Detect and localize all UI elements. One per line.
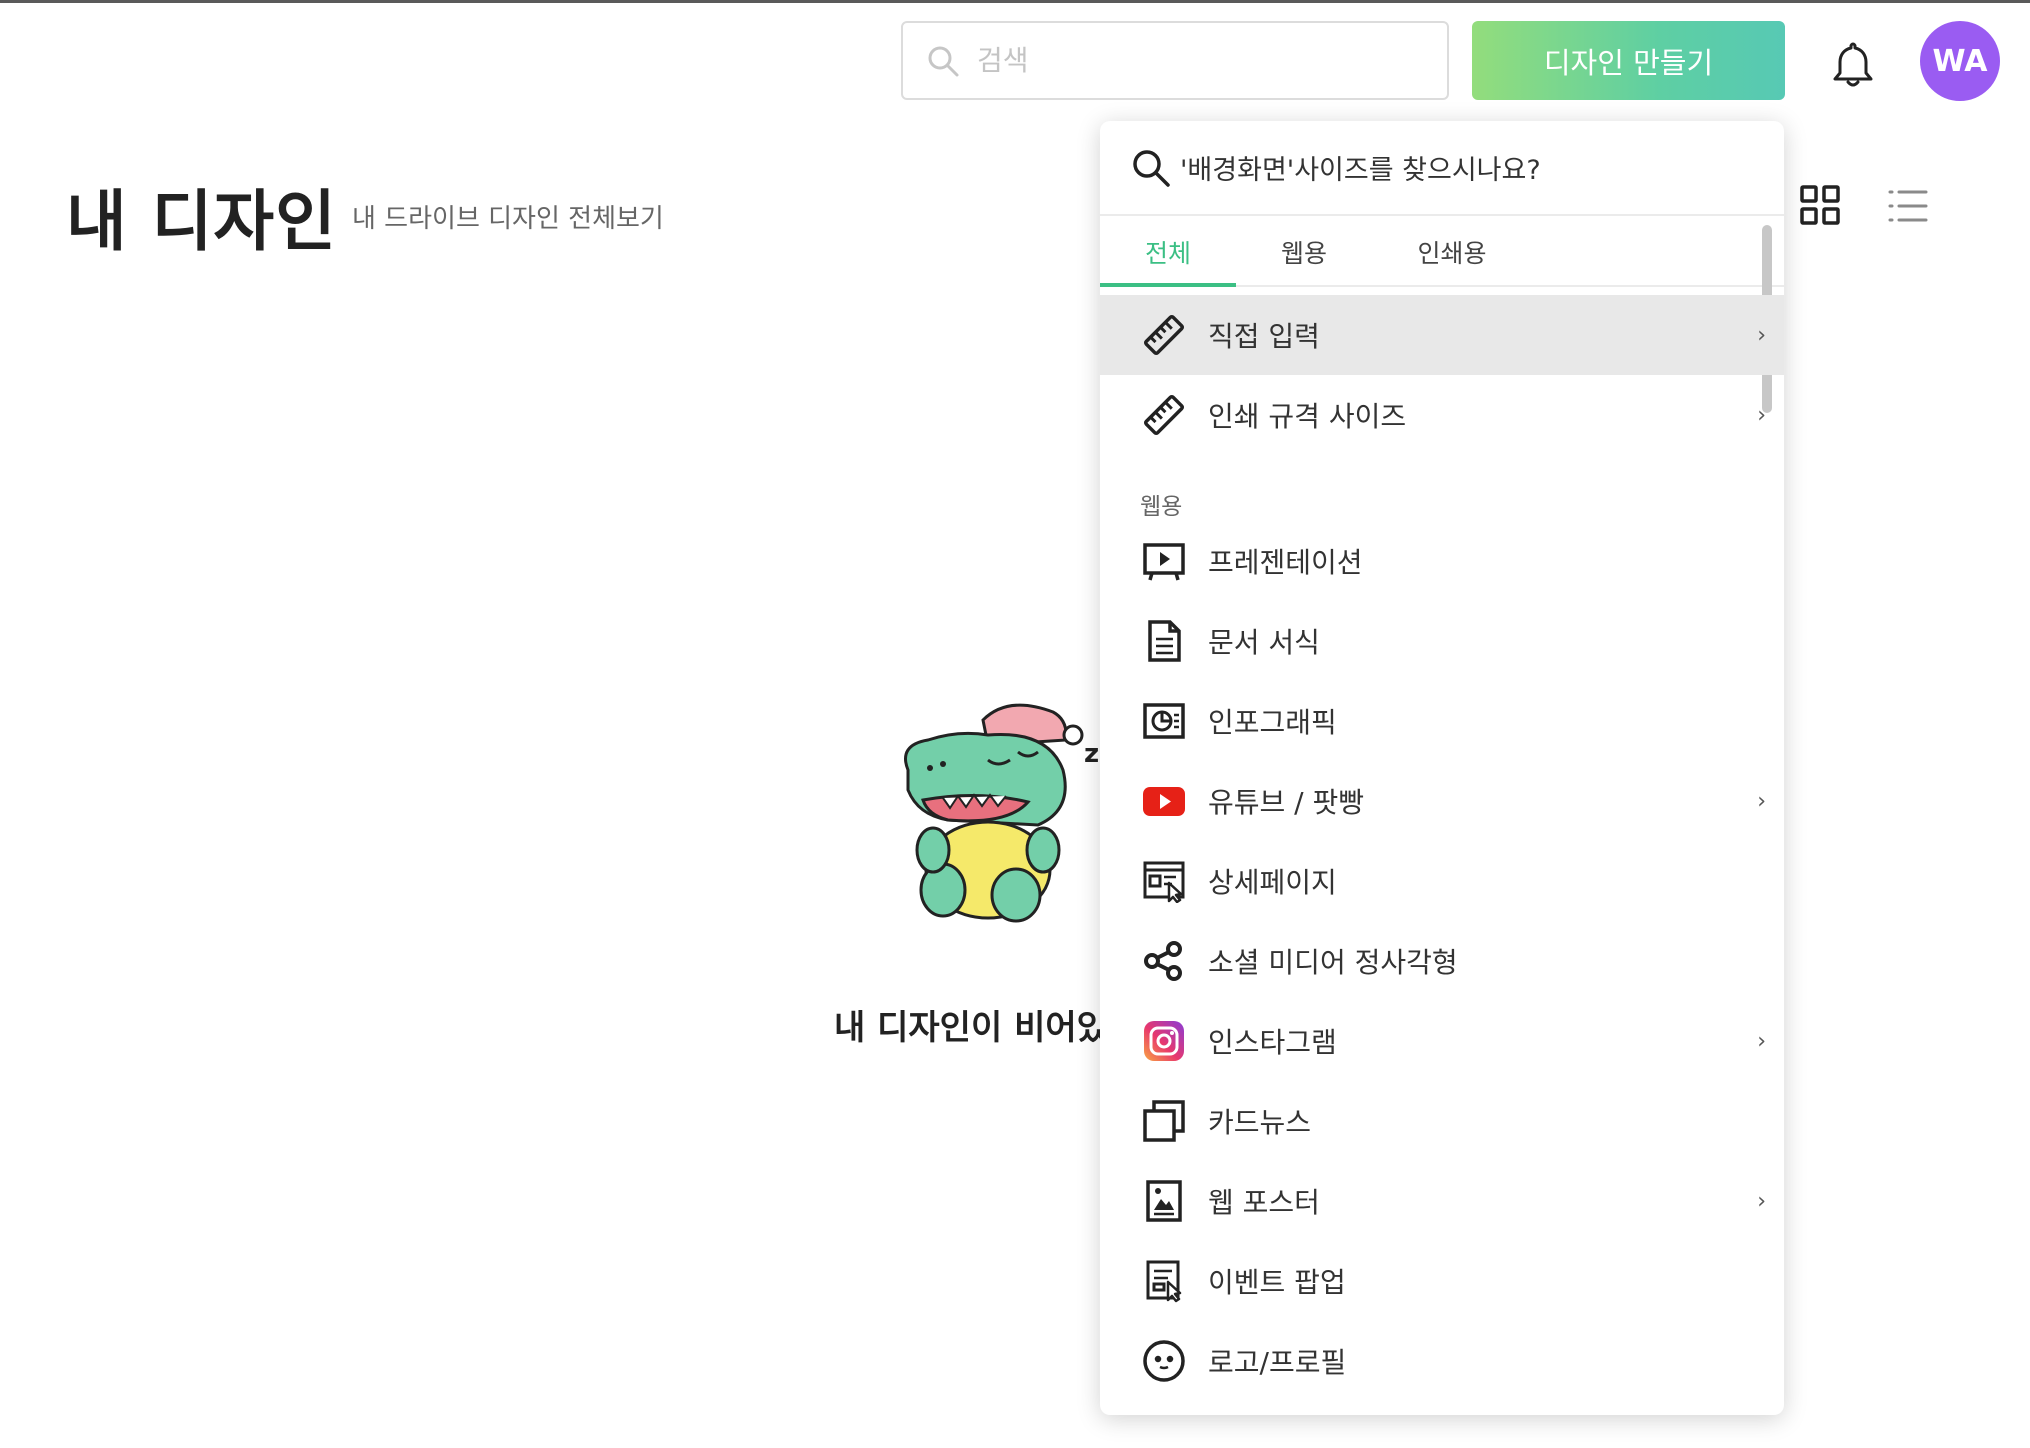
list-item-card-news[interactable]: 카드뉴스 [1100, 1081, 1784, 1161]
active-tab-indicator [1100, 283, 1236, 287]
page-title: 내 디자인 [66, 183, 337, 260]
list-item-label: 유튜브 / 팟빵 [1208, 786, 1365, 819]
search-bar[interactable] [901, 21, 1449, 100]
list-item-print-sizes[interactable]: 인쇄 규격 사이즈 › [1100, 375, 1784, 455]
list-item-youtube-podbbang[interactable]: 유튜브 / 팟빵 › [1100, 761, 1784, 841]
grid-view-icon[interactable] [1799, 184, 1841, 226]
drive-view-all-link[interactable]: 내 드라이브 디자인 전체보기 [352, 198, 664, 235]
list-item-infographic[interactable]: 인포그래픽 [1100, 681, 1784, 761]
tab-web[interactable]: 웹용 [1236, 216, 1372, 287]
card-news-icon [1142, 1099, 1186, 1143]
search-icon [1130, 147, 1172, 189]
chevron-right-icon: › [1757, 1028, 1766, 1054]
design-size-dropdown: '배경화면'사이즈를 찾으시나요? 전체 웹용 인쇄용 직접 입력 › 인쇄 규… [1100, 121, 1784, 1415]
list-item-label: 로고/프로필 [1208, 1346, 1347, 1379]
share-icon [1142, 939, 1186, 983]
chevron-right-icon: › [1757, 1188, 1766, 1214]
list-item-label: 인쇄 규격 사이즈 [1208, 400, 1407, 433]
infographic-icon [1142, 699, 1186, 743]
ruler-icon [1142, 313, 1186, 357]
youtube-icon [1142, 779, 1186, 823]
list-item-label: 소셜 미디어 정사각형 [1208, 946, 1458, 979]
poster-icon [1142, 1179, 1186, 1223]
list-item-logo-profile[interactable]: 로고/프로필 [1100, 1321, 1784, 1401]
list-item-detail-page[interactable]: 상세페이지 [1100, 841, 1784, 921]
list-item-label: 인스타그램 [1208, 1026, 1337, 1059]
smiley-icon [1142, 1339, 1186, 1383]
list-view-icon[interactable] [1887, 188, 1929, 224]
ruler-icon [1142, 393, 1186, 437]
size-tabs: 전체 웹용 인쇄용 [1100, 216, 1784, 287]
section-label: 웹용 [1140, 494, 1183, 520]
bell-icon[interactable] [1830, 40, 1876, 90]
list-item-label: 웹 포스터 [1208, 1186, 1320, 1219]
list-item-custom-size[interactable]: 직접 입력 › [1100, 295, 1784, 375]
list-item-instagram[interactable]: 인스타그램 › [1100, 1001, 1784, 1081]
chevron-right-icon: › [1757, 402, 1766, 428]
tab-all[interactable]: 전체 [1100, 216, 1236, 287]
svg-text:z: z [1084, 739, 1099, 769]
sleeping-crocodile-illustration: z [888, 690, 1108, 940]
presentation-icon [1142, 539, 1186, 583]
list-item-label: 프레젠테이션 [1208, 546, 1363, 579]
list-item-label: 문서 서식 [1208, 626, 1320, 659]
empty-state-message: 내 디자인이 비어있 [834, 1008, 1108, 1048]
list-item-label: 카드뉴스 [1208, 1106, 1312, 1139]
detail-page-icon [1142, 859, 1186, 904]
instagram-icon [1142, 1019, 1186, 1063]
search-icon [923, 41, 963, 81]
avatar[interactable]: WA [1920, 21, 2000, 101]
list-item-web-poster[interactable]: 웹 포스터 › [1100, 1161, 1784, 1241]
popup-icon [1142, 1259, 1186, 1303]
document-icon [1142, 619, 1186, 663]
list-item-event-popup[interactable]: 이벤트 팝업 [1100, 1241, 1784, 1321]
tab-print[interactable]: 인쇄용 [1372, 216, 1532, 287]
list-item-label: 이벤트 팝업 [1208, 1266, 1346, 1299]
list-item-label: 인포그래픽 [1208, 706, 1337, 739]
list-item-social-square[interactable]: 소셜 미디어 정사각형 [1100, 921, 1784, 1001]
list-item-presentation[interactable]: 프레젠테이션 [1100, 521, 1784, 601]
chevron-right-icon: › [1757, 322, 1766, 348]
list-item-label: 상세페이지 [1208, 866, 1337, 899]
create-design-button[interactable]: 디자인 만들기 [1472, 21, 1785, 100]
size-list: 직접 입력 › 인쇄 규격 사이즈 › 웹용 프레젠테이션 문서 서식 인포그래… [1100, 295, 1784, 1401]
list-item-document[interactable]: 문서 서식 [1100, 601, 1784, 681]
size-query-row[interactable]: '배경화면'사이즈를 찾으시나요? [1100, 121, 1784, 216]
top-border [0, 0, 2030, 3]
section-header-web: 웹용 [1100, 455, 1784, 521]
list-item-label: 직접 입력 [1208, 320, 1320, 353]
search-input[interactable] [977, 44, 1417, 77]
chevron-right-icon: › [1757, 788, 1766, 814]
size-query-text: '배경화면'사이즈를 찾으시나요? [1180, 155, 1541, 186]
